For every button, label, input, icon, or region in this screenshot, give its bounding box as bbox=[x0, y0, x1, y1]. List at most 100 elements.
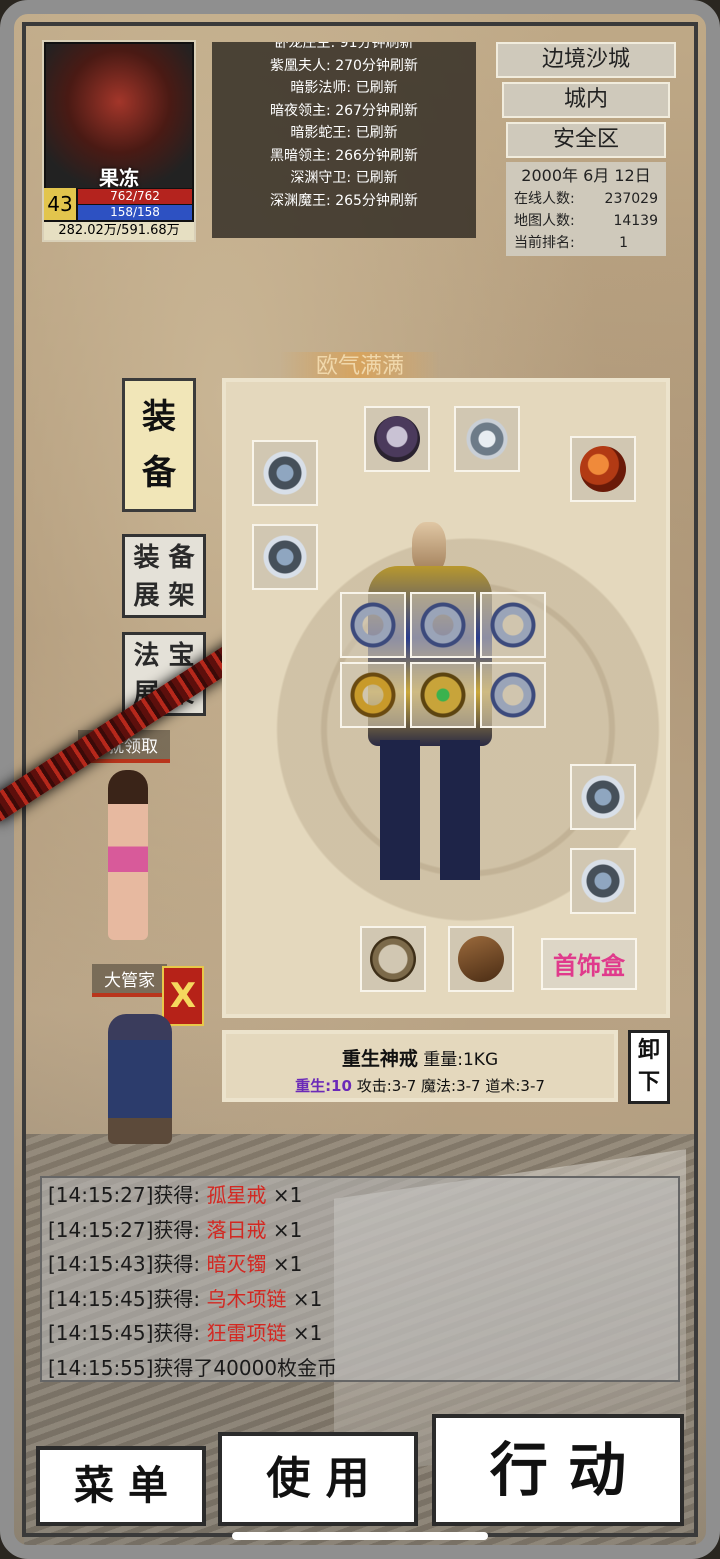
boss-row: 深渊守卫: 已刷新 bbox=[290, 170, 398, 186]
log-text: [14:15:55]获得了40000枚金币 bbox=[48, 1355, 338, 1380]
online-count-row: 在线人数: 237029 bbox=[514, 188, 658, 210]
item-title-line: 重生神戒 重量:1KG bbox=[226, 1044, 614, 1071]
ring-icon bbox=[420, 672, 466, 718]
character-name: 果冻 bbox=[99, 166, 139, 190]
character-panel[interactable]: 果冻 43 762/762 158/158 282.02万/591.68万 bbox=[42, 40, 196, 242]
tab-equipment[interactable]: 装 备 bbox=[122, 378, 196, 512]
log-count: ×1 bbox=[266, 1217, 303, 1242]
log-row: [14:15:55]获得了40000枚金币 bbox=[48, 1351, 672, 1386]
tab-equipment-label-2: 备 bbox=[142, 453, 176, 493]
log-count: ×1 bbox=[286, 1286, 323, 1311]
log-item-name: 暗灭镯 bbox=[206, 1252, 267, 1276]
character-level: 43 bbox=[44, 188, 76, 220]
home-indicator[interactable] bbox=[232, 1532, 488, 1540]
log-text: [14:15:43]获得: bbox=[48, 1252, 207, 1276]
necklace-icon bbox=[464, 416, 510, 462]
figure-legs bbox=[380, 740, 480, 880]
map-count-value: 14139 bbox=[613, 213, 658, 229]
npc-achievement-figure[interactable] bbox=[108, 770, 148, 940]
orb-icon bbox=[580, 446, 626, 492]
item-info-panel: 重生神戒 重量:1KG 重生:10 攻击:3-7 魔法:3-7 道术:3-7 bbox=[222, 1030, 618, 1102]
tab-equipment-rack[interactable]: 装 备 展 架 bbox=[122, 534, 206, 618]
slot-necklace[interactable] bbox=[454, 406, 520, 472]
slot-ring-1[interactable] bbox=[340, 592, 406, 658]
rank-row: 当前排名: 1 bbox=[514, 232, 658, 254]
loot-log[interactable]: [14:15:27]获得: 孤星戒 ×1 [14:15:27]获得: 落日戒 ×… bbox=[40, 1176, 680, 1382]
menu-button[interactable]: 菜 单 bbox=[36, 1446, 206, 1526]
log-row: [14:15:45]获得: 乌木项链 ×1 bbox=[48, 1282, 672, 1317]
action-button[interactable]: 行 动 bbox=[432, 1414, 684, 1526]
ring-icon bbox=[350, 672, 396, 718]
ring-icon bbox=[262, 534, 308, 580]
slot-ring-5[interactable] bbox=[410, 662, 476, 728]
rank-label: 当前排名: bbox=[514, 235, 575, 251]
unequip-label-2: 下 bbox=[637, 1070, 660, 1095]
tab-equipment-rack-label-1: 装 备 bbox=[133, 543, 195, 573]
log-row: [14:15:27]获得: 落日戒 ×1 bbox=[48, 1213, 672, 1248]
npc-steward-label[interactable]: 大管家 bbox=[92, 964, 167, 997]
slot-orb[interactable] bbox=[570, 436, 636, 502]
log-row: [14:15:27]获得: 孤星戒 ×1 bbox=[48, 1178, 672, 1213]
area-name: 城内 bbox=[502, 82, 670, 118]
zone-name: 安全区 bbox=[506, 122, 666, 158]
unequip-label-1: 卸 bbox=[637, 1038, 660, 1063]
item-weight: 重量:1KG bbox=[423, 1050, 499, 1070]
item-rebirth: 重生:10 bbox=[295, 1077, 352, 1095]
bracelet-icon bbox=[580, 774, 626, 820]
log-text: [14:15:45]获得: bbox=[48, 1321, 207, 1345]
belt-icon bbox=[370, 936, 416, 982]
map-count-row: 地图人数: 14139 bbox=[514, 210, 658, 232]
log-item-name: 孤星戒 bbox=[206, 1183, 267, 1207]
game-date: 2000年 6月 12日 bbox=[521, 166, 651, 185]
tab-equipment-label-1: 装 bbox=[142, 397, 176, 437]
slot-boots[interactable] bbox=[448, 926, 514, 992]
boss-row: 黑暗领主: 266分钟刷新 bbox=[270, 147, 418, 164]
online-value: 237029 bbox=[604, 191, 658, 207]
slot-ring-2[interactable] bbox=[410, 592, 476, 658]
log-row: [14:15:43]获得: 暗灭镯 ×1 bbox=[48, 1247, 672, 1282]
use-button[interactable]: 使 用 bbox=[218, 1432, 418, 1526]
npc-steward-figure[interactable] bbox=[108, 1014, 172, 1144]
log-count: ×1 bbox=[266, 1252, 303, 1276]
close-button[interactable]: X bbox=[162, 966, 204, 1026]
bracelet-icon bbox=[262, 450, 308, 496]
exp-bar: 282.02万/591.68万 bbox=[44, 222, 194, 240]
location-panel: 边境沙城 城内 安全区 2000年 6月 12日 在线人数: 237029 地图人… bbox=[496, 42, 676, 256]
slot-bracelet-right[interactable] bbox=[570, 764, 636, 830]
unequip-button[interactable]: 卸 下 bbox=[628, 1030, 670, 1104]
mp-bar: 158/158 bbox=[78, 205, 192, 220]
hp-bar: 762/762 bbox=[78, 189, 192, 204]
ring-icon bbox=[580, 858, 626, 904]
log-item-name: 落日戒 bbox=[206, 1217, 267, 1242]
log-text: [14:15:45]获得: bbox=[48, 1286, 207, 1311]
boss-row: 紫凰夫人: 270分钟刷新 bbox=[270, 57, 418, 74]
slot-ring-right[interactable] bbox=[570, 848, 636, 914]
map-count-label: 地图人数: bbox=[514, 213, 575, 229]
slot-ring-left[interactable] bbox=[252, 524, 318, 590]
boss-refresh-list: 卧龙庄主: 91分钟刷新 紫凰夫人: 270分钟刷新 暗影法师: 已刷新 暗夜领… bbox=[212, 42, 476, 238]
rank-value: 1 bbox=[619, 235, 628, 251]
log-row: [14:15:45]获得: 狂雷项链 ×1 bbox=[48, 1316, 672, 1351]
slot-helmet[interactable] bbox=[364, 406, 430, 472]
log-text: [14:15:27]获得: bbox=[48, 1217, 207, 1242]
log-text: [14:15:27]获得: bbox=[48, 1183, 207, 1207]
boss-row: 暗夜领主: 267分钟刷新 bbox=[270, 102, 418, 119]
ring-icon bbox=[490, 602, 536, 648]
jewelry-box-button[interactable]: 首饰盒 bbox=[541, 938, 637, 990]
boss-row: 卧龙庄主: 91分钟刷新 bbox=[274, 42, 414, 51]
boots-icon bbox=[458, 936, 504, 982]
slot-belt[interactable] bbox=[360, 926, 426, 992]
slot-bracelet-left[interactable] bbox=[252, 440, 318, 506]
slot-ring-6[interactable] bbox=[480, 662, 546, 728]
map-name[interactable]: 边境沙城 bbox=[496, 42, 676, 78]
tab-equipment-rack-label-2: 展 架 bbox=[133, 581, 195, 611]
helmet-icon bbox=[374, 416, 420, 462]
item-name: 重生神戒 bbox=[341, 1048, 418, 1070]
log-item-name: 乌木项链 bbox=[206, 1286, 287, 1311]
log-count: ×1 bbox=[266, 1183, 303, 1207]
log-count: ×1 bbox=[286, 1321, 323, 1345]
slot-ring-3[interactable] bbox=[480, 592, 546, 658]
ring-icon bbox=[420, 602, 466, 648]
slot-ring-4[interactable] bbox=[340, 662, 406, 728]
boss-row: 暗影法师: 已刷新 bbox=[290, 80, 398, 96]
